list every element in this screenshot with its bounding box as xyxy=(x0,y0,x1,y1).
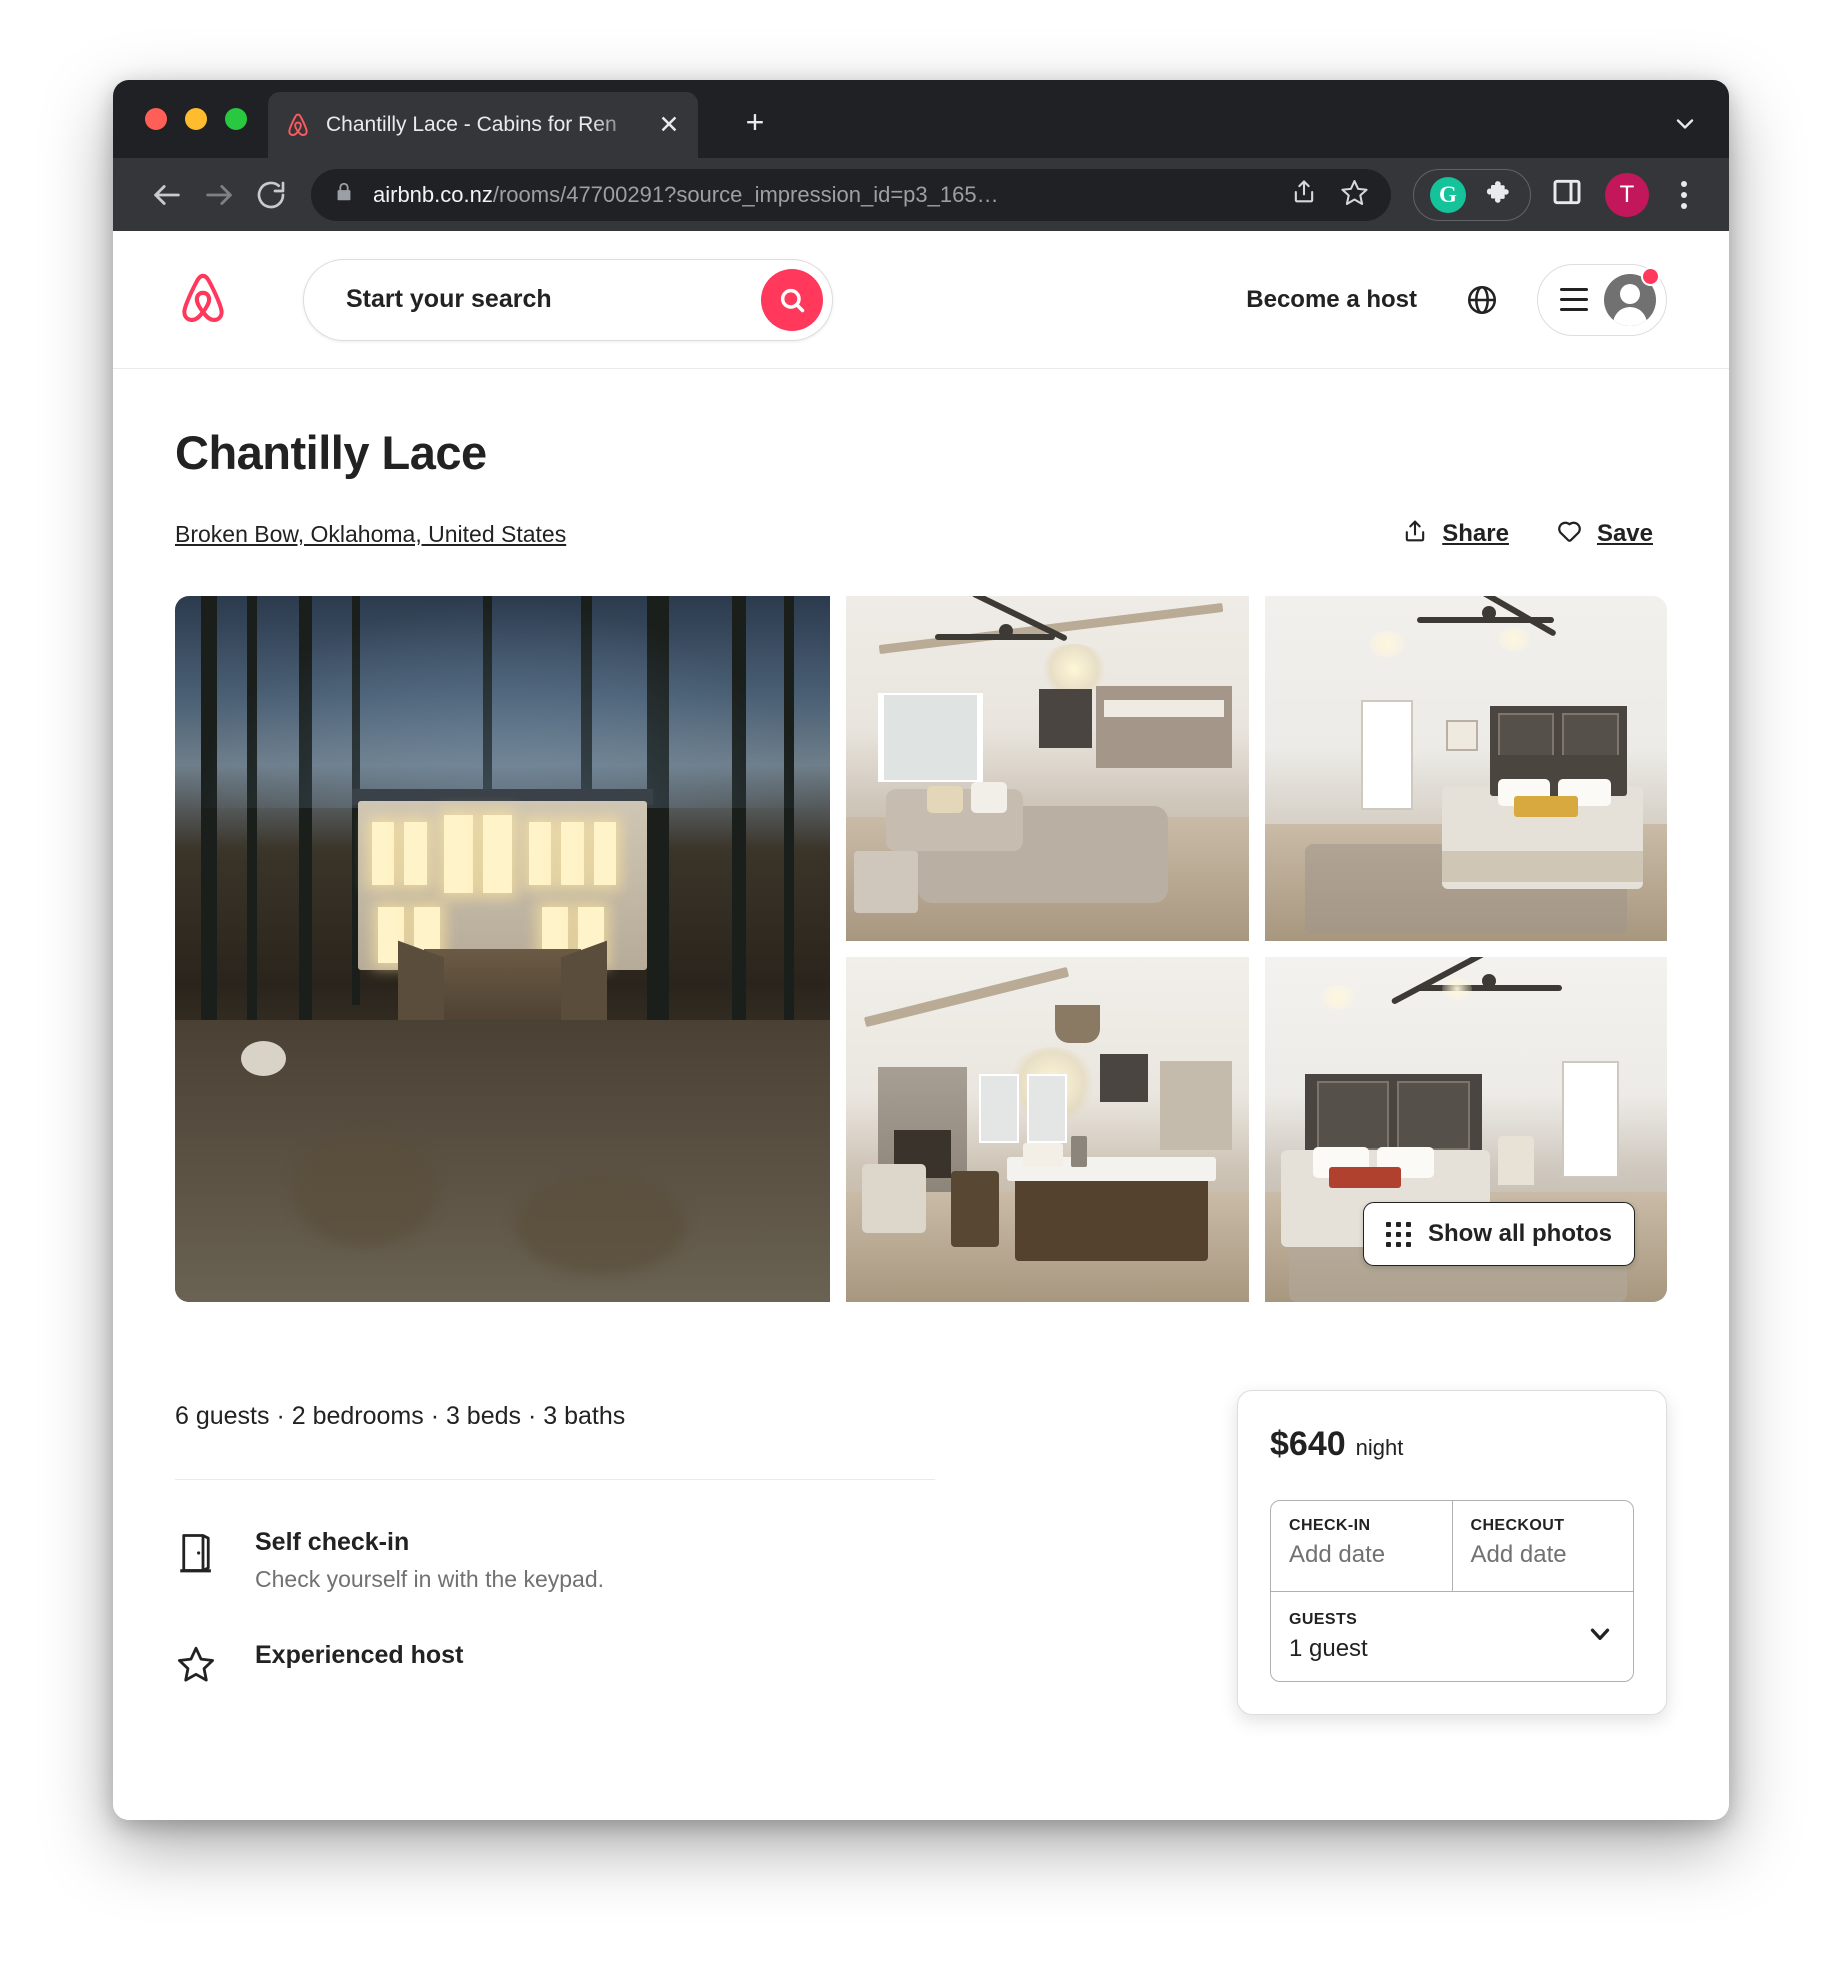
grid-icon xyxy=(1386,1221,1411,1247)
new-tab-button[interactable]: + xyxy=(738,106,772,138)
browser-window: Chantilly Lace - Cabins for Ren ✕ + airb… xyxy=(113,80,1729,1820)
checkin-field[interactable]: CHECK-IN Add date xyxy=(1271,1501,1452,1591)
guests-field[interactable]: GUESTS 1 guest xyxy=(1271,1591,1633,1681)
gallery-photo-2[interactable] xyxy=(846,596,1249,941)
listing-content: Chantilly Lace Broken Bow, Oklahoma, Uni… xyxy=(113,425,1729,1715)
search-icon[interactable] xyxy=(761,268,823,331)
minimize-window-button[interactable] xyxy=(185,108,207,130)
share-save-actions: Share Save xyxy=(1387,506,1667,562)
site-header: Start your search Become a host xyxy=(113,231,1729,369)
share-button[interactable]: Share xyxy=(1387,506,1523,562)
show-all-photos-label: Show all photos xyxy=(1428,1220,1612,1247)
save-button[interactable]: Save xyxy=(1541,506,1667,562)
living-room-vaulted xyxy=(846,596,1249,941)
forward-button[interactable] xyxy=(193,169,245,221)
close-window-button[interactable] xyxy=(145,108,167,130)
photo-gallery: Show all photos xyxy=(175,596,1667,1302)
globe-icon[interactable] xyxy=(1451,269,1513,331)
listing-details-section: 6 guests · 2 bedrooms · 3 beds · 3 baths xyxy=(175,1390,1667,1715)
section-divider xyxy=(175,1479,935,1480)
maximize-window-button[interactable] xyxy=(225,108,247,130)
browser-tab[interactable]: Chantilly Lace - Cabins for Ren ✕ xyxy=(268,92,698,158)
share-label: Share xyxy=(1442,520,1509,547)
checkout-label: CHECKOUT xyxy=(1470,1517,1565,1534)
side-panel-icon[interactable] xyxy=(1551,176,1583,213)
search-input-placeholder[interactable]: Start your search xyxy=(346,285,761,314)
date-row: CHECK-IN Add date CHECKOUT Add date xyxy=(1271,1501,1633,1591)
airbnb-favicon xyxy=(284,111,312,139)
notification-badge xyxy=(1641,266,1660,286)
exterior-cabin-twilight xyxy=(175,596,830,1302)
gallery-photo-main[interactable] xyxy=(175,596,830,1302)
search-bar[interactable]: Start your search xyxy=(303,258,833,341)
amenity-title: Self check-in xyxy=(255,1528,410,1556)
checkin-value: Add date xyxy=(1289,1541,1386,1568)
window-traffic-lights xyxy=(145,108,247,130)
page-title: Chantilly Lace xyxy=(175,426,487,479)
guests-text-block: GUESTS 1 guest xyxy=(1289,1611,1368,1663)
kitchen-island-fireplace xyxy=(846,957,1249,1302)
booking-column: $640 night CHECK-IN Add date CHECKOUT Ad… xyxy=(995,1390,1667,1715)
lock-icon xyxy=(333,181,355,208)
browser-toolbar: airbnb.co.nz/rooms/47700291?source_impre… xyxy=(113,158,1729,231)
price-amount: $640 xyxy=(1270,1425,1346,1463)
address-bar-url: airbnb.co.nz/rooms/47700291?source_impre… xyxy=(373,182,1268,208)
show-all-photos-button[interactable]: Show all photos xyxy=(1363,1202,1635,1266)
url-domain: airbnb.co.nz xyxy=(373,181,493,207)
listing-subheader: Broken Bow, Oklahoma, United States Shar… xyxy=(175,506,1667,562)
hamburger-menu-icon xyxy=(1560,288,1588,311)
amenity-text-block: Self check-in Check yourself in with the… xyxy=(255,1528,604,1593)
profile-avatar[interactable]: T xyxy=(1605,172,1649,217)
become-a-host-link[interactable]: Become a host xyxy=(1224,270,1439,330)
airbnb-belo-logo[interactable] xyxy=(175,270,231,330)
airbnb-page: Start your search Become a host Chantill… xyxy=(113,231,1729,1820)
user-menu-button[interactable] xyxy=(1537,263,1667,336)
date-guest-box: CHECK-IN Add date CHECKOUT Add date GUES… xyxy=(1270,1500,1634,1682)
chevron-down-icon[interactable] xyxy=(1585,1619,1615,1654)
listing-left-column: 6 guests · 2 bedrooms · 3 beds · 3 baths xyxy=(175,1390,935,1715)
gallery-photo-3[interactable] xyxy=(1264,596,1667,941)
screenshot-root: Chantilly Lace - Cabins for Ren ✕ + airb… xyxy=(0,0,1842,1974)
door-icon xyxy=(175,1528,221,1581)
gallery-photo-4[interactable] xyxy=(846,957,1249,1302)
kebab-menu-icon[interactable] xyxy=(1667,180,1701,209)
listing-location-link[interactable]: Broken Bow, Oklahoma, United States xyxy=(175,521,566,548)
url-path: /rooms/47700291?source_impression_id=p3_… xyxy=(492,181,999,207)
amenity-self-checkin: Self check-in Check yourself in with the… xyxy=(175,1528,935,1593)
save-label: Save xyxy=(1596,520,1653,547)
price-row: $640 night xyxy=(1270,1425,1634,1464)
browser-tab-strip: Chantilly Lace - Cabins for Ren ✕ + xyxy=(113,80,1729,158)
guests-value: 1 guest xyxy=(1289,1634,1368,1662)
checkout-field[interactable]: CHECKOUT Add date xyxy=(1451,1501,1634,1591)
booking-card: $640 night CHECK-IN Add date CHECKOUT Ad… xyxy=(1237,1390,1667,1715)
amenity-experienced-host: Experienced host xyxy=(175,1641,935,1690)
amenity-subtitle: Check yourself in with the keypad. xyxy=(255,1566,605,1592)
checkout-value: Add date xyxy=(1470,1541,1567,1568)
amenity-text-block: Experienced host xyxy=(255,1641,463,1670)
heart-icon xyxy=(1555,516,1584,552)
price-unit: night xyxy=(1355,1435,1404,1460)
close-tab-button[interactable]: ✕ xyxy=(656,112,682,138)
bedroom-king xyxy=(1264,596,1667,941)
star-outline-icon xyxy=(175,1641,221,1690)
guests-label: GUESTS xyxy=(1289,1610,1358,1628)
checkin-label: CHECK-IN xyxy=(1289,1517,1371,1534)
address-bar[interactable]: airbnb.co.nz/rooms/47700291?source_impre… xyxy=(311,168,1391,221)
grammarly-extension-icon[interactable]: G xyxy=(1430,176,1466,213)
extensions-pill: G xyxy=(1413,168,1531,221)
amenity-title: Experienced host xyxy=(255,1641,464,1669)
tab-list-chevron-icon[interactable] xyxy=(1671,110,1699,143)
puzzle-piece-icon[interactable] xyxy=(1482,176,1514,213)
back-button[interactable] xyxy=(141,169,193,221)
header-right-nav: Become a host xyxy=(1224,263,1667,336)
listing-facts: 6 guests · 2 bedrooms · 3 beds · 3 baths xyxy=(175,1402,626,1430)
share-upload-icon xyxy=(1401,517,1429,552)
bookmark-star-icon[interactable] xyxy=(1340,178,1369,212)
share-icon[interactable] xyxy=(1290,178,1318,211)
reload-button[interactable] xyxy=(245,169,297,221)
browser-tab-title: Chantilly Lace - Cabins for Ren xyxy=(326,113,617,136)
